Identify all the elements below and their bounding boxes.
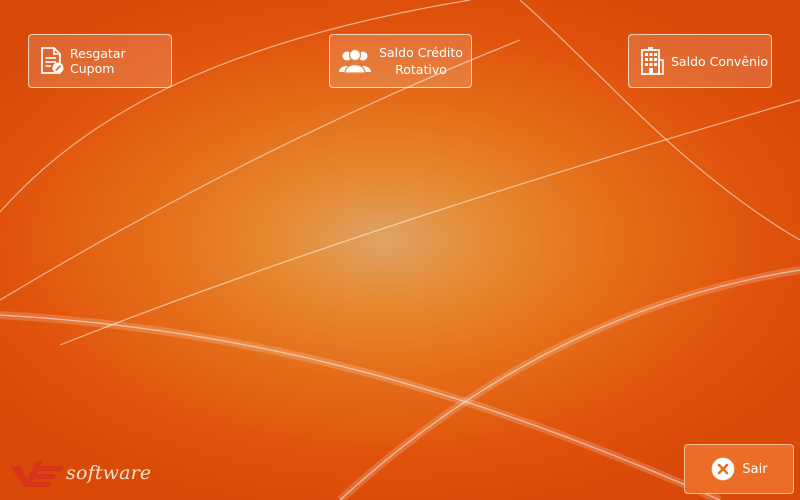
building-icon <box>639 46 665 76</box>
sair-button[interactable]: Sair <box>684 444 794 494</box>
document-edit-icon <box>38 46 66 76</box>
saldo-credito-rotativo-label: Saldo Crédito Rotativo <box>378 44 464 78</box>
saldo-credito-rotativo-button[interactable]: Saldo Crédito Rotativo <box>329 34 472 88</box>
saldo-credito-label-line1: Saldo Crédito <box>379 45 463 60</box>
logo-wordmark: software <box>66 462 152 484</box>
saldo-convenio-button[interactable]: Saldo Convênio <box>628 34 772 88</box>
users-group-icon <box>338 47 372 75</box>
sair-label: Sair <box>742 461 768 477</box>
resgatar-cupom-button[interactable]: Resgatar Cupom <box>28 34 172 88</box>
resgatar-cupom-label: Resgatar Cupom <box>70 46 126 76</box>
close-circle-icon <box>710 456 736 482</box>
saldo-convenio-label: Saldo Convênio <box>671 53 769 69</box>
vs-software-logo: software <box>10 458 151 488</box>
saldo-credito-label-line2: Rotativo <box>395 62 447 77</box>
vs-logo-mark-icon <box>10 461 64 487</box>
